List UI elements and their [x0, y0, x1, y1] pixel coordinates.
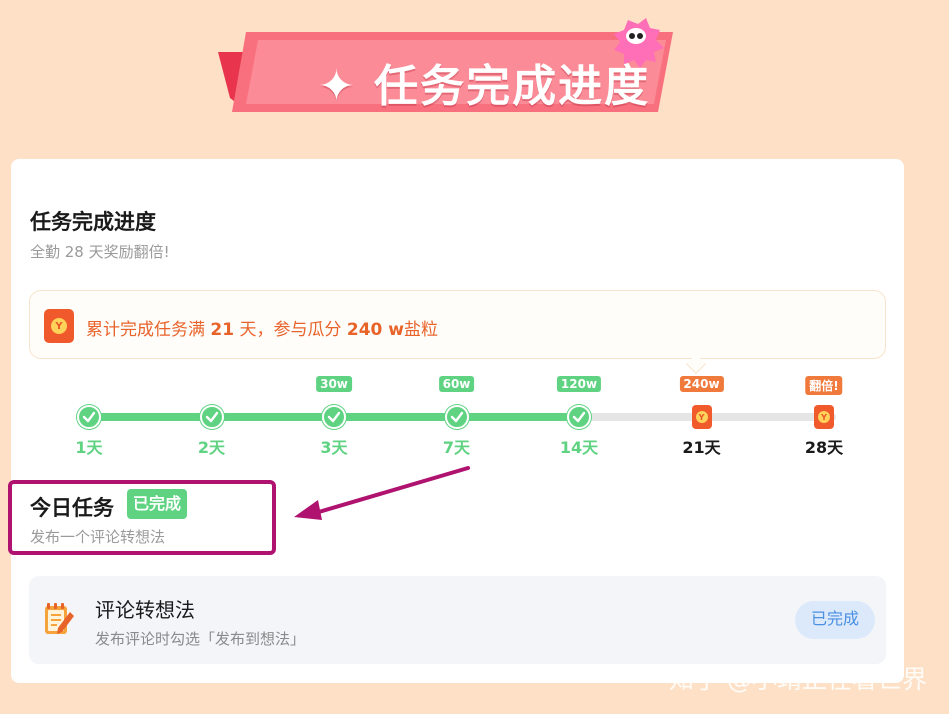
progress-step: 240w Y 21天: [662, 374, 742, 459]
progress-card: 任务完成进度 全勤 28 天奖励翻倍! Y 累计完成任务满 21 天，参与瓜分 …: [11, 159, 904, 683]
step-reward-badge: 240w: [679, 376, 724, 392]
banner-title: ✦ 任务完成进度: [318, 61, 651, 112]
progress-step: 2天: [172, 374, 252, 459]
notice-days: 21: [210, 320, 235, 340]
step-day-label: 14天: [559, 438, 599, 457]
page-banner: ✦ 任务完成进度: [218, 12, 688, 122]
watermark: 知乎 @小靖正在看世界: [669, 665, 927, 694]
notice-prefix: 累计完成任务满: [86, 320, 211, 340]
step-reward-badge: 120w: [556, 376, 602, 392]
notice-text: 累计完成任务满 21 天，参与瓜分 240 w盐粒: [86, 315, 438, 340]
progress-step: 120w 14天: [539, 374, 619, 459]
progress-step: 60w 7天: [417, 374, 497, 459]
step-reward-badge: 60w: [438, 376, 475, 392]
step-day-label: 7天: [442, 438, 471, 457]
annotation-highlight-box: [8, 480, 276, 555]
task-description: 发布评论时勾选「发布到想法」: [95, 630, 306, 648]
notepad-pencil-icon: [45, 603, 74, 634]
annotation-arrow: [294, 466, 470, 520]
progress-step: 1天: [49, 374, 129, 459]
card-subtitle: 全勤 28 天奖励翻倍!: [30, 243, 170, 261]
step-day-label: 1天: [75, 438, 103, 457]
check-icon: [322, 405, 346, 429]
task-status-button[interactable]: 已完成: [794, 601, 875, 639]
check-icon: [567, 405, 591, 429]
notice-amount: 240 w: [346, 320, 404, 340]
notice-middle: 天，参与瓜分: [234, 320, 347, 340]
progress-step: 翻倍! Y 28天: [784, 374, 864, 459]
reward-notice: Y 累计完成任务满 21 天，参与瓜分 240 w盐粒: [29, 290, 886, 359]
step-reward-badge: 30w: [316, 376, 352, 392]
progress-step: 30w 3天: [294, 374, 374, 459]
coin-packet-icon: Y: [691, 405, 712, 429]
step-day-label: 3天: [320, 438, 348, 457]
check-icon: [444, 405, 469, 429]
coin-packet-icon: Y: [44, 309, 74, 343]
step-day-label: 21天: [682, 438, 721, 457]
check-icon: [199, 405, 224, 429]
coin-packet-icon: Y: [814, 405, 834, 429]
task-item[interactable]: 评论转想法 发布评论时勾选「发布到想法」 已完成: [29, 576, 886, 664]
step-day-label: 2天: [197, 438, 226, 457]
step-reward-badge: 翻倍!: [805, 376, 843, 395]
notice-suffix: 盐粒: [404, 320, 438, 340]
check-icon: [77, 405, 101, 429]
step-day-label: 28天: [804, 438, 844, 457]
task-name: 评论转想法: [95, 598, 195, 622]
card-title: 任务完成进度: [30, 210, 156, 234]
